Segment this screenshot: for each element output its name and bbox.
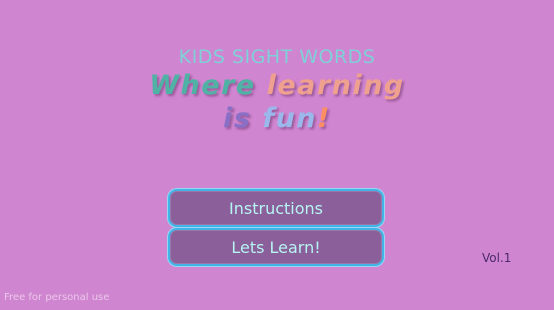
tagline-word-is: is	[223, 103, 252, 134]
tagline-word-where: Where	[149, 70, 256, 101]
tagline-exclamation: !	[317, 103, 331, 134]
tagline-line-2: is fun!	[0, 103, 554, 134]
app-title: KIDS SIGHT WORDS	[178, 46, 376, 68]
watermark-text: Free for personal use	[4, 292, 110, 303]
tagline-line-1: Where learning	[0, 70, 554, 101]
tagline-word-learning: learning	[266, 70, 405, 101]
instructions-button[interactable]: Instructions	[168, 189, 384, 227]
tagline-word-fun: fun	[262, 103, 318, 134]
instructions-button-label: Instructions	[229, 198, 323, 218]
lets-learn-button[interactable]: Lets Learn!	[168, 228, 384, 266]
lets-learn-button-label: Lets Learn!	[231, 237, 321, 257]
version-label: Vol.1	[482, 251, 512, 265]
